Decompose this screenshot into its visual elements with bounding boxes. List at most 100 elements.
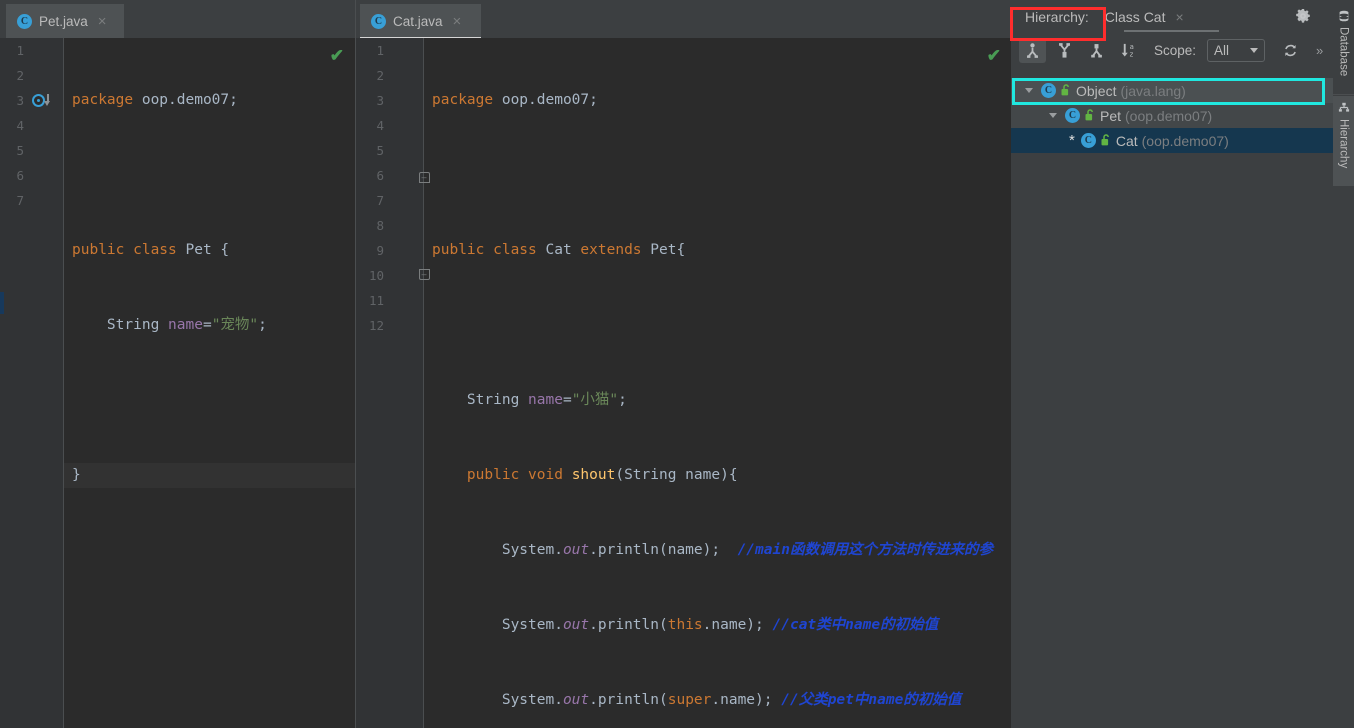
class-hierarchy-icon[interactable]: [1019, 37, 1046, 63]
code-line: String name="宠物";: [64, 313, 356, 338]
line-number: 6: [16, 168, 24, 183]
subtypes-hierarchy-icon[interactable]: [1083, 38, 1110, 63]
gear-icon[interactable]: [1295, 8, 1311, 24]
gutter-left[interactable]: 1 2 3 4 5 6 7: [0, 38, 64, 728]
tab-pet-java[interactable]: C Pet.java ×: [6, 4, 124, 38]
code-token: this: [667, 617, 703, 633]
line-number: 4: [376, 118, 384, 133]
tree-node-name: Object: [1076, 82, 1117, 99]
tree-node-package: (java.lang): [1120, 82, 1186, 99]
line-number: 6: [376, 168, 384, 183]
code-line: System.out.println(super.name); //父类pet中…: [424, 688, 1011, 713]
strip-tab-database[interactable]: Database: [1333, 4, 1354, 86]
hierarchy-subtab-class-cat[interactable]: Class Cat ×: [1105, 9, 1184, 25]
code-token: System.: [432, 692, 563, 708]
inspection-ok-icon[interactable]: ✔: [987, 47, 1001, 64]
tree-node-name: Pet: [1100, 107, 1122, 124]
code-token: .name);: [711, 692, 782, 708]
code-token: System.: [432, 617, 563, 633]
close-icon[interactable]: ×: [1175, 10, 1183, 24]
code-token: //父类pet中name的初始值: [781, 692, 962, 708]
code-line: String name="小猫";: [424, 388, 1011, 413]
code-token: =: [202, 317, 212, 333]
svg-text:z: z: [1130, 50, 1134, 58]
line-number: 11: [368, 293, 384, 308]
strip-tab-hierarchy[interactable]: Hierarchy: [1333, 96, 1354, 186]
code-token: =: [562, 392, 572, 408]
chevron-down-icon[interactable]: [1049, 113, 1057, 118]
line-number: 8: [376, 218, 384, 233]
code-token: .println(: [589, 692, 668, 708]
code-token: public void: [466, 467, 572, 483]
tree-row-pet[interactable]: C Pet (oop.demo07): [1011, 103, 1333, 128]
code-token: out: [562, 692, 590, 708]
scope-dropdown[interactable]: All: [1207, 38, 1266, 62]
scope-label: Scope:: [1154, 42, 1197, 58]
left-edge-marker: [0, 292, 4, 314]
java-class-icon: C: [1041, 83, 1056, 98]
editor-right[interactable]: 1 2 3 4 5 6 7 8 9 10 11 12 – – package o…: [356, 38, 1011, 728]
editor-pane-right: C Cat.java × 1 2 3 4 5 6 7 8 9 10 11 12: [356, 0, 1011, 728]
gutter-right[interactable]: 1 2 3 4 5 6 7 8 9 10 11 12 – –: [356, 38, 430, 728]
hierarchy-header: Hierarchy: Class Cat ×: [1011, 0, 1333, 34]
refresh-icon[interactable]: [1282, 42, 1299, 59]
code-line: System.out.println(this.name); //cat类中na…: [424, 613, 1011, 638]
code-area-right[interactable]: package oop.demo07; public class Cat ext…: [424, 38, 1011, 728]
supertypes-hierarchy-icon[interactable]: [1051, 38, 1078, 63]
code-token: (String name){: [615, 467, 738, 483]
right-tool-strip: Database Hierarchy: [1333, 0, 1354, 728]
code-token: out: [562, 617, 590, 633]
tab-label: Cat.java: [393, 13, 443, 29]
tree-node-package: (oop.demo07): [1125, 107, 1213, 124]
tree-row-cat[interactable]: * C Cat (oop.demo07): [1011, 128, 1333, 153]
tree-row-object[interactable]: C Object (java.lang): [1011, 78, 1333, 103]
line-number: 1: [16, 43, 24, 58]
chevron-down-icon[interactable]: [1025, 88, 1033, 93]
code-token: .println(name);: [589, 542, 738, 558]
toolbar-overflow-icon[interactable]: »: [1316, 43, 1323, 58]
editor-left[interactable]: 1 2 3 4 5 6 7 package oop.demo07; public…: [0, 38, 356, 728]
tab-cat-java[interactable]: C Cat.java ×: [360, 4, 481, 40]
code-token: .println(: [589, 617, 668, 633]
line-number: 10: [368, 268, 384, 283]
code-line: package oop.demo07;: [424, 88, 1011, 113]
overridden-member-arrow-icon: [44, 101, 50, 106]
line-number: 5: [376, 143, 384, 158]
subtab-label: Class Cat: [1104, 9, 1166, 25]
strip-tab-label: Hierarchy: [1337, 119, 1350, 169]
public-lock-icon: [1060, 84, 1072, 97]
code-area-left[interactable]: package oop.demo07; public class Pet { S…: [64, 38, 356, 728]
line-number: 3: [376, 93, 384, 108]
code-token: name: [168, 317, 203, 333]
code-token: super: [667, 692, 712, 708]
sort-alphabetically-icon[interactable]: a z: [1115, 38, 1142, 63]
close-icon[interactable]: ×: [453, 14, 462, 29]
code-token: Pet {: [185, 242, 230, 258]
code-token: out: [562, 542, 590, 558]
java-class-icon: C: [1080, 133, 1096, 148]
code-token: //main函数调用这个方法时传进来的参: [737, 542, 993, 558]
close-icon[interactable]: ×: [98, 14, 107, 29]
java-class-icon: C: [17, 13, 32, 29]
hierarchy-tree[interactable]: C Object (java.lang) C Pet (oop.demo07) …: [1011, 78, 1333, 728]
idea-window: C Pet.java × 1 2 3 4 5 6 7 package oop.d…: [0, 0, 1354, 728]
code-token: public class: [432, 242, 546, 258]
code-token: "小猫": [571, 392, 619, 408]
scope-value: All: [1214, 42, 1230, 58]
line-number: 1: [376, 43, 384, 58]
code-token: shout: [571, 467, 616, 483]
tabbar-left: C Pet.java ×: [0, 0, 356, 38]
public-lock-icon: [1100, 134, 1112, 147]
code-token: "宠物": [211, 317, 259, 333]
inspection-ok-icon[interactable]: ✔: [330, 47, 344, 64]
java-class-icon: C: [371, 13, 386, 29]
hierarchy-tool-window: Hierarchy: Class Cat × a z Scope: All » …: [1011, 0, 1333, 728]
code-token: Pet{: [650, 242, 686, 258]
code-token: oop.demo07;: [501, 92, 598, 108]
code-token: package: [72, 92, 142, 108]
hierarchy-toolbar: a z Scope: All »: [1011, 34, 1333, 66]
